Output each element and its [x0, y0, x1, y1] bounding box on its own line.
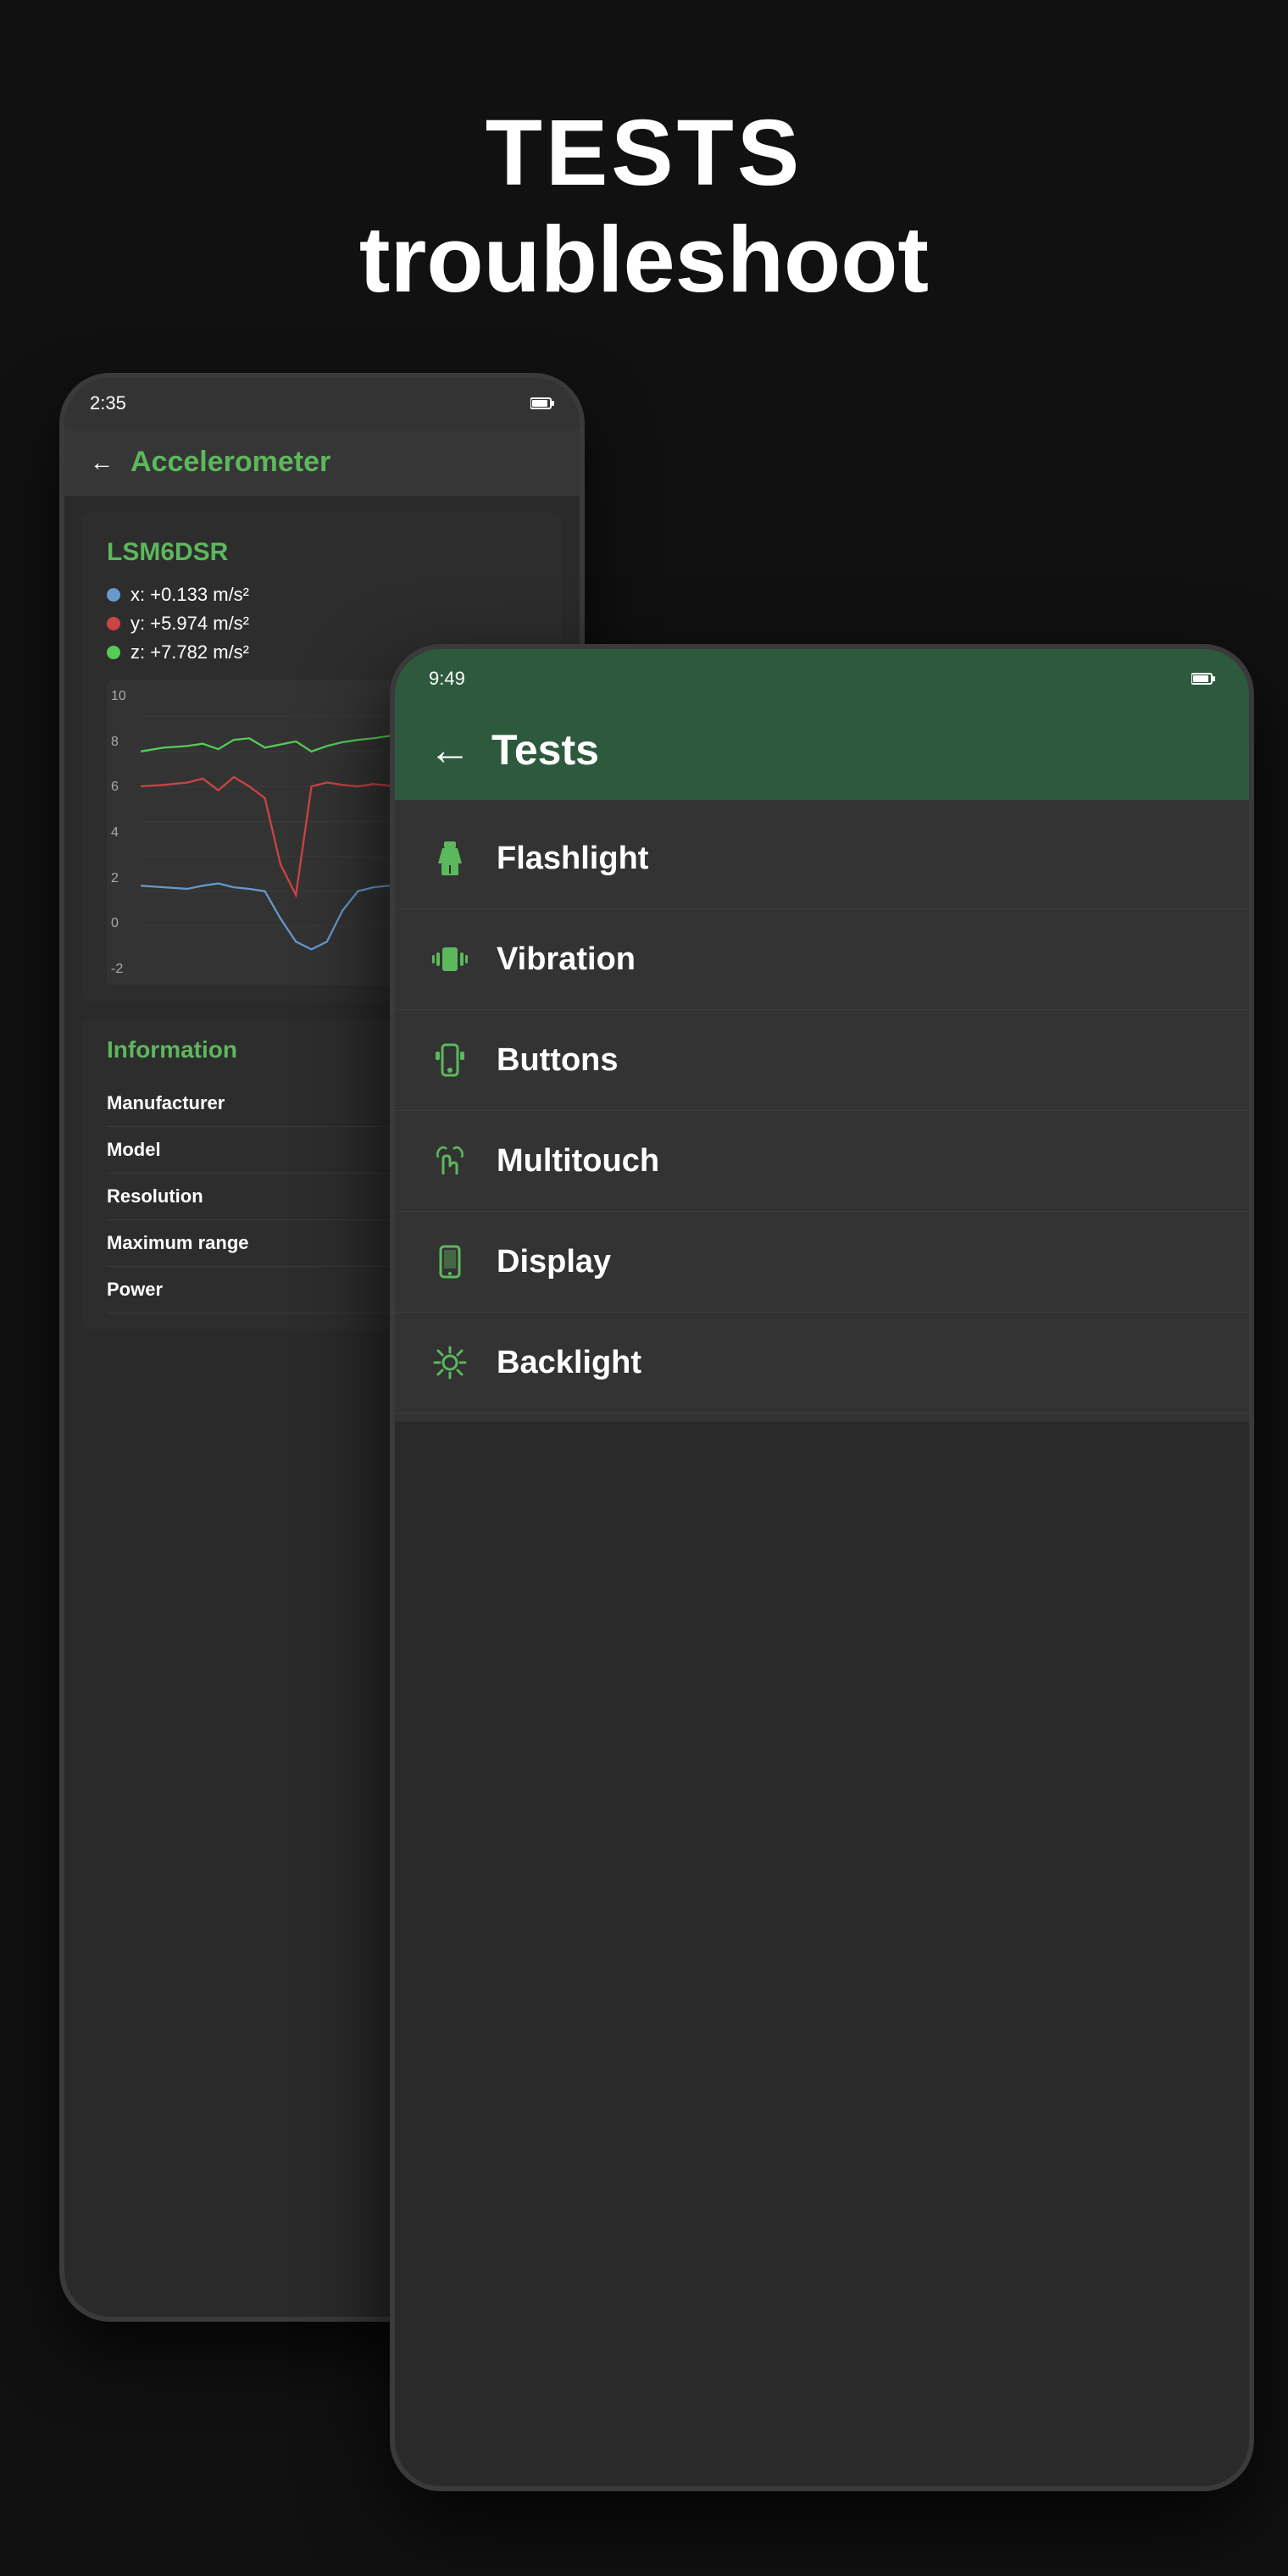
- phone1-time: 2:35: [90, 392, 126, 414]
- phone2-back-arrow[interactable]: ←: [429, 725, 471, 774]
- phone1-battery-icon: [530, 397, 554, 410]
- phone2-time: 9:49: [429, 668, 465, 690]
- sensor-name: LSM6DSR: [107, 538, 537, 567]
- phone1-app-header: ← Accelerometer: [64, 429, 580, 496]
- buttons-icon: [429, 1039, 471, 1081]
- legend-dot-z: [107, 646, 120, 659]
- phone1-back-arrow[interactable]: ←: [90, 449, 114, 476]
- multitouch-label: Multitouch: [497, 1143, 659, 1180]
- phone-2-device: 9:49 ← Tests Flashlight: [390, 644, 1254, 2491]
- flashlight-label: Flashlight: [497, 841, 648, 877]
- multitouch-icon: [429, 1140, 471, 1182]
- test-item-backlight[interactable]: Backlight: [395, 1313, 1249, 1413]
- phone2-app-header: ← Tests: [395, 708, 1249, 800]
- tests-list: Flashlight Vibration: [395, 800, 1249, 1422]
- vibration-label: Vibration: [497, 941, 636, 978]
- display-icon: [429, 1241, 471, 1283]
- legend-dot-y: [107, 617, 120, 630]
- phone2-screen-title: Tests: [491, 725, 599, 774]
- header-section: TESTS troubleshoot: [0, 102, 1288, 316]
- phone2-status-bar: 9:49: [395, 649, 1249, 708]
- backlight-icon: [429, 1341, 471, 1384]
- header-title-tests: TESTS: [0, 102, 1288, 204]
- buttons-label: Buttons: [497, 1042, 619, 1079]
- backlight-label: Backlight: [497, 1345, 641, 1381]
- display-label: Display: [497, 1244, 611, 1280]
- test-item-display[interactable]: Display: [395, 1212, 1249, 1313]
- test-item-buttons[interactable]: Buttons: [395, 1010, 1249, 1111]
- test-item-vibration[interactable]: Vibration: [395, 909, 1249, 1010]
- legend-dot-x: [107, 588, 120, 602]
- phone1-status-icons: [530, 397, 554, 410]
- phone2-status-icons: [1191, 672, 1215, 686]
- chart-y-axis: 10 8 6 4 2 0 -2: [111, 689, 126, 977]
- phone1-status-bar: 2:35: [64, 378, 580, 429]
- header-title-troubleshoot: troubleshoot: [0, 204, 1288, 316]
- legend-y: y: +5.974 m/s²: [107, 613, 537, 635]
- phone2-battery-icon: [1191, 672, 1215, 686]
- legend-x: x: +0.133 m/s²: [107, 584, 537, 606]
- phone1-screen-title: Accelerometer: [130, 446, 330, 479]
- test-item-multitouch[interactable]: Multitouch: [395, 1111, 1249, 1212]
- test-item-flashlight[interactable]: Flashlight: [395, 808, 1249, 909]
- flashlight-icon: [429, 837, 471, 880]
- vibration-icon: [429, 938, 471, 980]
